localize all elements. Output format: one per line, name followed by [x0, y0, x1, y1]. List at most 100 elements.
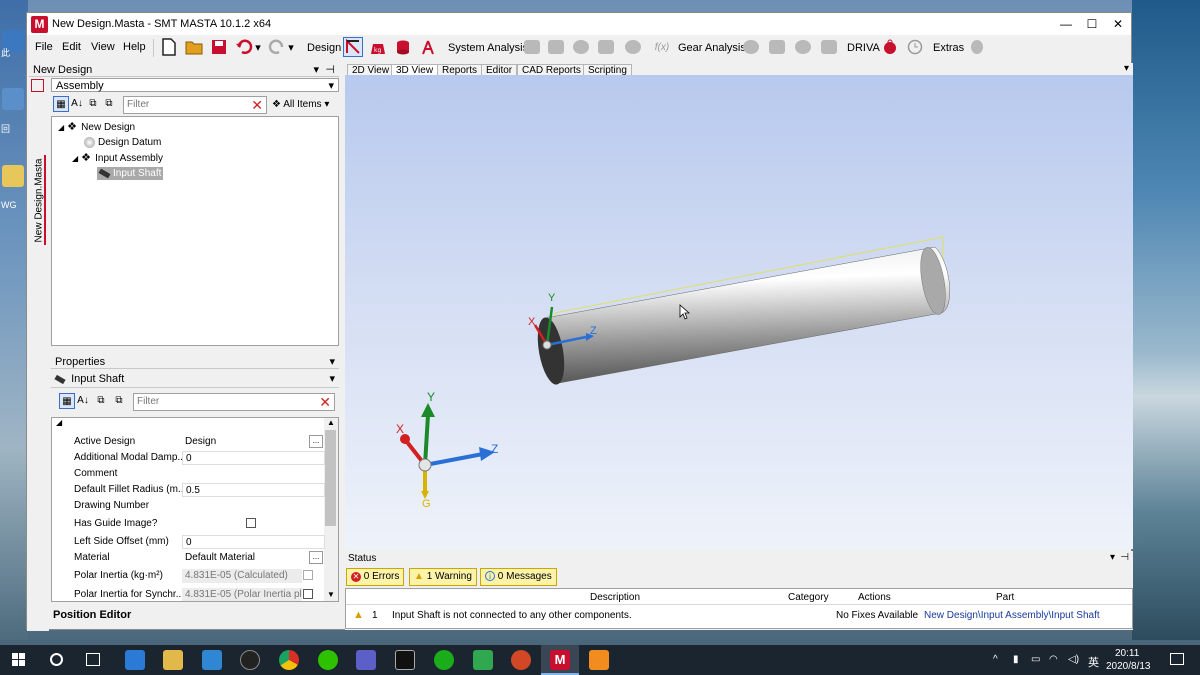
- vertical-document-tab[interactable]: New Design.Masta: [31, 155, 46, 245]
- task-view-icon[interactable]: [86, 653, 100, 666]
- wechat-icon[interactable]: [318, 650, 338, 670]
- windows-start-icon[interactable]: [12, 653, 25, 666]
- system-analysis-label[interactable]: System Analysis: [448, 42, 528, 54]
- column-actions[interactable]: Actions: [858, 592, 891, 603]
- database-icon[interactable]: [393, 37, 413, 57]
- property-value[interactable]: [182, 467, 325, 481]
- system-analysis-icon-2[interactable]: [546, 37, 566, 57]
- search-icon[interactable]: [50, 653, 63, 666]
- scrollbar-thumb[interactable]: [325, 430, 336, 526]
- green-app-icon[interactable]: [434, 650, 454, 670]
- column-part[interactable]: Part: [996, 592, 1014, 603]
- tree-item-input-assembly[interactable]: ◢ Input Assembly: [72, 151, 163, 164]
- design-mode-icon[interactable]: [343, 37, 363, 57]
- powerpoint-icon[interactable]: [511, 650, 531, 670]
- 3d-viewport[interactable]: Y Z X Y Z X G: [345, 75, 1133, 549]
- tree-item-design-datum[interactable]: Design Datum: [84, 137, 161, 148]
- pin-document-icon[interactable]: [31, 79, 44, 92]
- property-row-comment[interactable]: Comment: [70, 466, 323, 482]
- override-checkbox[interactable]: [303, 570, 313, 580]
- gear-mesh-icon[interactable]: [767, 37, 787, 57]
- maximize-button[interactable]: ☐: [1079, 15, 1105, 33]
- chevron-down-icon[interactable]: ▾: [329, 355, 335, 369]
- property-value[interactable]: 0: [182, 535, 325, 549]
- tray-chevron-icon[interactable]: ^: [993, 654, 998, 665]
- all-items-dropdown[interactable]: ❖ All Items ▾: [272, 99, 329, 110]
- input-shaft-model[interactable]: [533, 246, 951, 387]
- messages-filter-button[interactable]: i 0 Messages: [480, 568, 557, 586]
- errors-filter-button[interactable]: ✕ 0 Errors: [346, 568, 405, 586]
- chrome-icon[interactable]: [279, 650, 299, 670]
- property-value[interactable]: [182, 499, 325, 513]
- row-part-link[interactable]: New Design\Input Assembly\Input Shaft: [924, 610, 1100, 621]
- sort-az-icon[interactable]: A↓: [75, 393, 91, 409]
- scroll-up-icon[interactable]: ▲: [327, 418, 335, 427]
- menu-view[interactable]: View: [91, 41, 115, 53]
- property-row-polar-inertia-sync[interactable]: Polar Inertia for Synchr... 4.831E-05 (P…: [70, 587, 323, 601]
- extras-icon[interactable]: [967, 37, 987, 57]
- undo-icon[interactable]: [234, 37, 254, 57]
- panel-pin-icon[interactable]: ⊣: [1120, 552, 1129, 563]
- expand-arrow-icon[interactable]: ◢: [58, 123, 64, 132]
- property-row-fillet-radius[interactable]: Default Fillet Radius (m... 0.5: [70, 482, 325, 498]
- 3d-scene[interactable]: Y Z X Y Z X G: [345, 75, 1133, 549]
- expand-all-icon[interactable]: ⧉: [93, 393, 109, 409]
- property-row-left-offset[interactable]: Left Side Offset (mm) 0: [70, 534, 325, 550]
- clear-filter-icon[interactable]: ✕: [319, 394, 331, 410]
- property-row-guide-image[interactable]: Has Guide Image?: [70, 516, 323, 532]
- collapse-all-icon[interactable]: ⧉: [111, 393, 127, 409]
- system-analysis-icon-1[interactable]: [522, 37, 542, 57]
- property-row-modal-damping[interactable]: Additional Modal Damp... 0: [70, 450, 325, 466]
- collapse-group-icon[interactable]: ◢: [56, 418, 62, 427]
- panel-pin-icon[interactable]: ⊣: [325, 63, 335, 77]
- driva-label[interactable]: DRIVA: [847, 42, 880, 54]
- save-icon[interactable]: [209, 37, 229, 57]
- volume-icon[interactable]: ◁): [1068, 654, 1079, 665]
- row-actions[interactable]: No Fixes Available: [836, 610, 918, 621]
- tab-menu-icon[interactable]: ▾: [1124, 63, 1129, 74]
- menu-edit[interactable]: Edit: [62, 41, 81, 53]
- menu-help[interactable]: Help: [123, 41, 146, 53]
- teams-icon[interactable]: [356, 650, 376, 670]
- tree-item-input-shaft[interactable]: Input Shaft: [97, 167, 164, 180]
- tree-item-new-design[interactable]: ◢ New Design: [58, 120, 135, 133]
- sort-az-icon[interactable]: A↓: [69, 96, 85, 112]
- property-value[interactable]: Design: [182, 435, 325, 449]
- timer-icon[interactable]: [905, 37, 925, 57]
- app-icon-blue[interactable]: [202, 650, 222, 670]
- redo-dropdown-icon[interactable]: ▾: [285, 37, 297, 57]
- column-description[interactable]: Description: [590, 592, 640, 603]
- design-label[interactable]: Design: [307, 42, 341, 54]
- categorized-view-icon[interactable]: ▦: [59, 393, 75, 409]
- menu-file[interactable]: File: [35, 41, 53, 53]
- speaker-icon[interactable]: [596, 37, 616, 57]
- clear-filter-icon[interactable]: ✕: [251, 97, 263, 113]
- properties-scrollbar[interactable]: ▲ ▼: [324, 418, 338, 601]
- notification-icon[interactable]: [1170, 653, 1184, 665]
- chevron-down-icon[interactable]: ▾: [1110, 552, 1115, 563]
- green-app-icon-2[interactable]: [473, 650, 493, 670]
- browse-button[interactable]: ...: [309, 551, 323, 564]
- panel-dropdown-icon[interactable]: ▾: [313, 63, 319, 77]
- system-analysis-icon-3[interactable]: [571, 37, 591, 57]
- redo-icon[interactable]: [267, 37, 287, 57]
- column-category[interactable]: Category: [788, 592, 829, 603]
- property-row-active-design[interactable]: Active Design Design ...: [70, 434, 323, 450]
- microphone-icon[interactable]: ▮: [1013, 654, 1019, 665]
- assembly-dropdown[interactable]: Assembly ▾: [51, 78, 339, 92]
- tree-filter-input[interactable]: Filter ✕: [123, 96, 267, 114]
- property-row-polar-inertia[interactable]: Polar Inertia (kg·m²) 4.831E-05 (Calcula…: [70, 568, 323, 584]
- property-row-material[interactable]: Material Default Material ...: [70, 550, 323, 566]
- close-button[interactable]: ✕: [1105, 15, 1131, 33]
- property-value[interactable]: 0: [182, 451, 325, 465]
- mass-kg-icon[interactable]: kg: [368, 37, 388, 57]
- gear-chart-icon[interactable]: [819, 37, 839, 57]
- system-analysis-icon-5[interactable]: [623, 37, 643, 57]
- gear-settings-icon[interactable]: [793, 37, 813, 57]
- selected-object-dropdown[interactable]: Input Shaft ▾: [51, 372, 339, 388]
- app-icon-circle[interactable]: [240, 650, 260, 670]
- new-file-icon[interactable]: [159, 37, 179, 57]
- gear-analysis-label[interactable]: Gear Analysis: [678, 42, 746, 54]
- browse-button[interactable]: ...: [309, 435, 323, 448]
- title-bar[interactable]: M New Design.Masta - SMT MASTA 10.1.2 x6…: [27, 13, 1131, 35]
